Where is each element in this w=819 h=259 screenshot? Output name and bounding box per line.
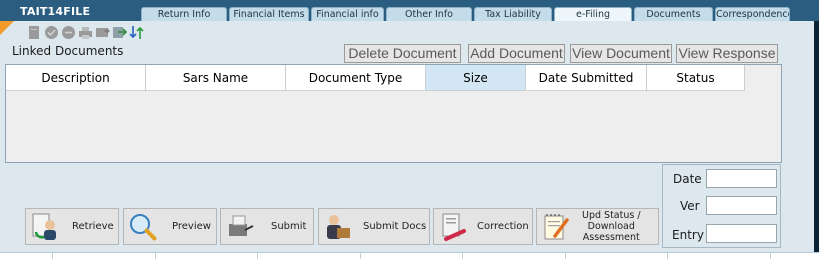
print-icon[interactable] (78, 25, 93, 40)
grid-header: Description Sars Name Document Type Size… (6, 65, 745, 91)
correction-icon (442, 213, 466, 241)
tab-strip: Return Info Financial Items Financial in… (141, 7, 792, 21)
tab-financial-items[interactable]: Financial Items (229, 7, 309, 21)
documents-grid[interactable]: Description Sars Name Document Type Size… (5, 64, 782, 163)
transfer-icon[interactable] (112, 25, 127, 40)
export-icon[interactable] (95, 25, 110, 40)
retrieve-label: Retrieve (72, 221, 114, 232)
column-size[interactable]: Size (426, 65, 526, 91)
column-status[interactable]: Status (647, 65, 745, 91)
date-label: Date (673, 172, 702, 186)
tab-other-info[interactable]: Other Info (386, 7, 472, 21)
preview-button[interactable]: Preview (123, 208, 217, 245)
status-bar-divider (462, 253, 463, 259)
column-document-type[interactable]: Document Type (286, 65, 426, 91)
magnifier-icon (130, 214, 157, 241)
upd-status-button[interactable]: Upd Status / Download Assessment (536, 208, 659, 245)
view-document-button[interactable]: View Document (570, 44, 672, 63)
status-bar-divider (257, 253, 258, 259)
approve-icon[interactable] (44, 25, 59, 40)
retrieve-button[interactable]: Retrieve (25, 208, 119, 245)
correction-label: Correction (477, 221, 529, 232)
status-bar-divider (667, 253, 668, 259)
tab-financial-info[interactable]: Financial info (311, 7, 384, 21)
status-bar-divider (770, 253, 771, 259)
retrieve-icon (32, 213, 56, 240)
submit-label: Submit (271, 221, 307, 232)
date-field[interactable] (706, 169, 777, 188)
column-description[interactable]: Description (6, 65, 146, 91)
submit-docs-icon (327, 215, 350, 239)
tab-return-info[interactable]: Return Info (141, 7, 227, 21)
entry-field[interactable] (706, 224, 777, 243)
sort-icon[interactable] (129, 25, 144, 40)
window-edge (814, 21, 819, 252)
submit-docs-label: Submit Docs (363, 221, 427, 232)
column-sars-name[interactable]: Sars Name (146, 65, 286, 91)
status-bar-divider (155, 253, 156, 259)
status-bar-divider (360, 253, 361, 259)
upd-status-label: Upd Status / Download Assessment (582, 209, 641, 244)
notepad-pencil-icon (544, 214, 569, 240)
delete-document-button[interactable]: Delete Document (344, 44, 461, 63)
correction-button[interactable]: Correction (433, 208, 533, 245)
linked-documents-title: Linked Documents (12, 44, 124, 58)
upd-status-line-3: Assessment (582, 232, 640, 243)
corner-accent (0, 21, 14, 35)
ver-label: Ver (680, 199, 700, 213)
app-title: TAIT14FILE (20, 5, 91, 18)
new-document-icon[interactable] (27, 25, 42, 40)
preview-label: Preview (172, 221, 211, 232)
entry-info-panel: Date Ver Entry (662, 164, 781, 248)
submit-button[interactable]: Submit (220, 208, 314, 245)
tab-e-filing[interactable]: e-Filing (554, 7, 632, 21)
add-document-button[interactable]: Add Document (468, 44, 565, 63)
tab-correspondence[interactable]: Correspondence (715, 7, 790, 21)
status-bar-divider (52, 253, 53, 259)
cancel-icon[interactable] (61, 25, 76, 40)
submit-icon (229, 215, 254, 236)
upd-status-line-1: Upd Status / (582, 210, 641, 221)
column-date-submitted[interactable]: Date Submitted (526, 65, 647, 91)
entry-label: Entry (672, 228, 704, 242)
tab-documents[interactable]: Documents (634, 7, 713, 21)
status-bar-divider (565, 253, 566, 259)
status-bar (0, 252, 819, 259)
submit-docs-button[interactable]: Submit Docs (318, 208, 430, 245)
view-response-button[interactable]: View Response (676, 44, 778, 63)
toolbar (27, 24, 144, 40)
ver-field[interactable] (706, 196, 777, 215)
title-bar: TAIT14FILE Return Info Financial Items F… (0, 0, 819, 21)
tab-tax-liability[interactable]: Tax Liability (474, 7, 552, 21)
upd-status-line-2: Download (587, 221, 635, 232)
